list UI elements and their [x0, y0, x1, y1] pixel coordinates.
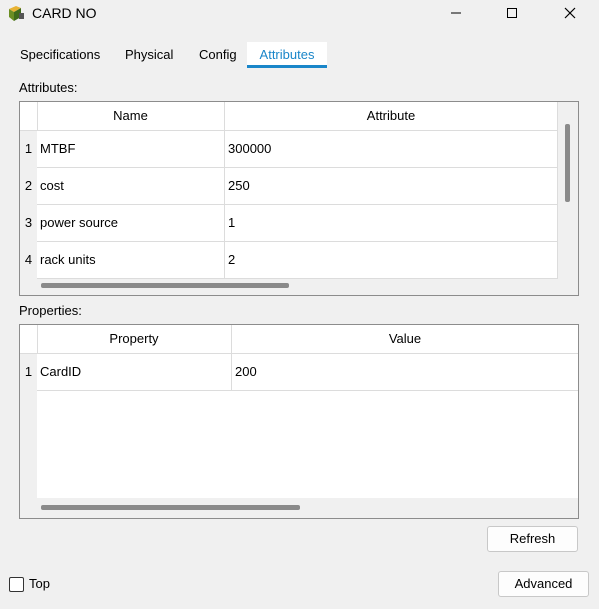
top-label: Top — [29, 576, 50, 591]
tab-specifications[interactable]: Specifications — [12, 42, 108, 68]
maximize-icon — [507, 8, 517, 18]
cell-name[interactable]: rack units — [37, 242, 225, 278]
tab-config[interactable]: Config — [191, 42, 245, 68]
row-number: 2 — [20, 168, 37, 204]
table-row[interactable]: cost 250 — [37, 168, 558, 205]
row-number: 3 — [20, 205, 37, 241]
attributes-horizontal-scroll-thumb[interactable] — [41, 283, 289, 288]
tab-strip: Specifications Physical Config Attribute… — [9, 42, 590, 68]
window-title: CARD NO — [32, 5, 97, 21]
cell-attribute[interactable]: 1 — [225, 205, 558, 241]
row-number: 4 — [20, 242, 37, 278]
table-row[interactable]: rack units 2 — [37, 242, 558, 279]
close-button[interactable] — [547, 0, 593, 26]
column-header-attribute[interactable]: Attribute — [225, 102, 558, 130]
properties-horizontal-scroll-thumb[interactable] — [41, 505, 300, 510]
minimize-icon — [451, 12, 461, 14]
close-icon — [564, 7, 576, 19]
attributes-label: Attributes: — [19, 80, 78, 95]
properties-table[interactable]: Property Value 1 CardID 200 — [19, 324, 579, 519]
cell-attribute[interactable]: 250 — [225, 168, 558, 204]
cell-attribute[interactable]: 2 — [225, 242, 558, 278]
app-icon — [7, 4, 25, 22]
attributes-vertical-scrollbar[interactable] — [558, 102, 577, 278]
cell-name[interactable]: power source — [37, 205, 225, 241]
cell-attribute[interactable]: 300000 — [225, 131, 558, 167]
refresh-button[interactable]: Refresh — [487, 526, 578, 552]
minimize-button[interactable] — [433, 0, 479, 26]
row-number: 1 — [20, 354, 37, 390]
column-header-property[interactable]: Property — [37, 325, 232, 353]
row-number: 1 — [20, 131, 37, 167]
cell-name[interactable]: cost — [37, 168, 225, 204]
column-header-value[interactable]: Value — [232, 325, 578, 353]
properties-label: Properties: — [19, 303, 82, 318]
attributes-table[interactable]: Name Attribute 1 MTBF 300000 2 cost 250 … — [19, 101, 579, 296]
column-header-name[interactable]: Name — [37, 102, 225, 130]
maximize-button[interactable] — [489, 0, 535, 26]
table-row[interactable]: MTBF 300000 — [37, 131, 558, 168]
properties-empty-area — [37, 391, 578, 498]
advanced-button[interactable]: Advanced — [498, 571, 589, 597]
vertical-scroll-thumb[interactable] — [565, 124, 570, 202]
table-row[interactable]: power source 1 — [37, 205, 558, 242]
cell-value[interactable]: 200 — [232, 354, 578, 390]
cell-name[interactable]: MTBF — [37, 131, 225, 167]
tab-attributes[interactable]: Attributes — [247, 42, 327, 68]
top-checkbox[interactable] — [9, 577, 24, 592]
attributes-table-header: Name Attribute — [20, 102, 558, 131]
properties-table-header: Property Value — [20, 325, 578, 354]
title-bar: CARD NO — [0, 0, 599, 26]
tab-physical[interactable]: Physical — [117, 42, 181, 68]
cell-property[interactable]: CardID — [37, 354, 232, 390]
table-row[interactable]: CardID 200 — [37, 354, 578, 391]
